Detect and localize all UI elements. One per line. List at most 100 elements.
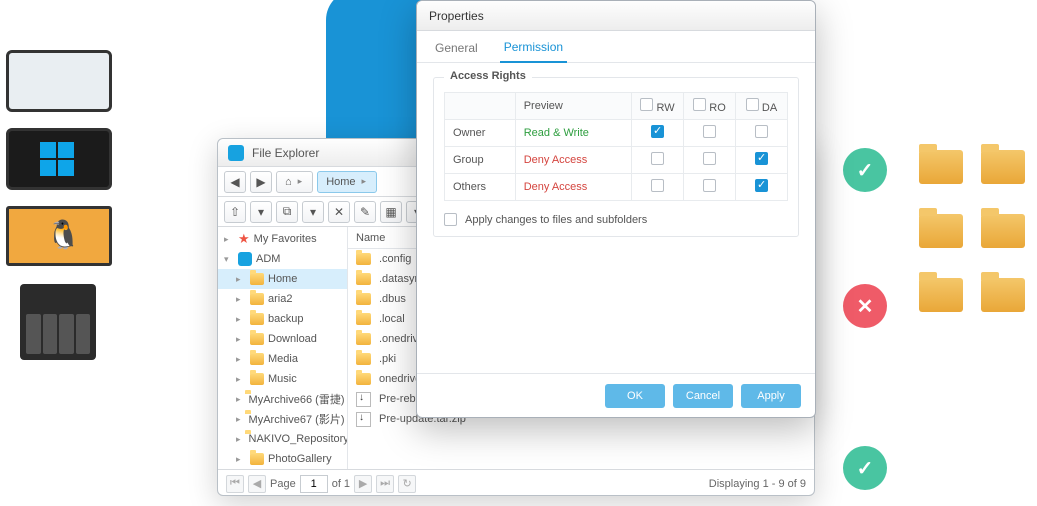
display-count: Displaying 1 - 9 of 9 [709,478,806,490]
header-rw-checkbox[interactable] [640,98,653,111]
tree-item[interactable]: ▸MyArchive66 (雷捷) [218,389,347,409]
col-preview: Preview [515,93,631,120]
fieldset-legend: Access Rights [444,70,532,82]
folder-icon [250,333,264,345]
tree-item[interactable]: ▸NAKIVO_Repository [218,429,347,449]
folder-icon [356,273,371,285]
role-cell: Others [445,174,516,201]
breadcrumb-home[interactable]: Home▸ [317,171,377,193]
nav-back-button[interactable]: ◀ [224,171,246,193]
tree-adm[interactable]: ▾ADM [218,249,347,269]
tree-item[interactable]: ▸Media [218,349,347,369]
tree-item-label: MyArchive67 (影片) [249,411,345,427]
col-da[interactable]: DA [736,93,788,120]
tree-item[interactable]: ▸Music [218,369,347,389]
rw-checkbox[interactable] [651,152,664,165]
view-button[interactable]: ▦ [380,201,402,223]
list-item-label: .config [379,253,411,265]
tab-general[interactable]: General [431,41,482,62]
da-checkbox[interactable] [755,179,768,192]
folder-icon [356,373,371,385]
da-checkbox[interactable] [755,125,768,138]
dialog-footer: OK Cancel Apply [417,373,815,417]
role-cell: Group [445,147,516,174]
page-prev-button[interactable]: ◀ [248,475,266,493]
rights-row: OwnerRead & Write [445,120,788,147]
folder-icon [250,273,264,285]
folder-tree: ▸★My Favorites ▾ADM ▸Home▸aria2▸backup▸D… [218,227,348,469]
page-input[interactable] [300,475,328,493]
dialog-tabs: General Permission [417,31,815,63]
rights-row: OthersDeny Access [445,174,788,201]
folder-icon [356,293,371,305]
delete-button[interactable]: ✕ [328,201,350,223]
col-ro[interactable]: RO [684,93,736,120]
tree-item-label: aria2 [268,293,292,305]
list-item-label: onedrive [379,373,421,385]
tree-item[interactable]: ▸Download [218,329,347,349]
col-rw[interactable]: RW [632,93,684,120]
rw-checkbox[interactable] [651,179,664,192]
adm-icon [238,252,252,266]
folder-icon [356,333,371,345]
tree-item-label: PhotoGallery [268,453,332,465]
tree-item[interactable]: ▸aria2 [218,289,347,309]
tree-favorites[interactable]: ▸★My Favorites [218,229,347,249]
tree-item-label: MyArchive66 (雷捷) [249,391,345,407]
dialog-titlebar[interactable]: Properties [417,1,815,31]
allow-badge-icon: ✓ [843,446,887,490]
window-title: File Explorer [252,146,319,160]
da-checkbox[interactable] [755,152,768,165]
client-devices [6,50,136,360]
tree-item[interactable]: ▸backup [218,309,347,329]
star-icon: ★ [238,231,250,247]
apply-button[interactable]: Apply [741,384,801,408]
tree-item-label: Home [268,273,297,285]
tree-item[interactable]: ▸MyArchive67 (影片) [218,409,347,429]
header-da-checkbox[interactable] [746,98,759,111]
tree-item-label: NAKIVO_Repository [249,433,348,445]
preview-cell: Deny Access [515,174,631,201]
tree-item[interactable]: ▸PhotoGallery [218,449,347,469]
ro-checkbox[interactable] [703,125,716,138]
tree-item-label: Download [268,333,317,345]
header-ro-checkbox[interactable] [693,98,706,111]
cancel-button[interactable]: Cancel [673,384,733,408]
rw-checkbox[interactable] [651,125,664,138]
deny-badge-icon: ✕ [843,284,887,328]
apply-subfolders-label: Apply changes to files and subfolders [465,214,647,226]
folder-icon [250,353,264,365]
properties-dialog: Properties General Permission Access Rig… [416,0,816,418]
paste-button[interactable]: ▾ [302,201,324,223]
allow-badge-icon: ✓ [843,148,887,192]
page-next-button[interactable]: ▶ [354,475,372,493]
new-folder-button[interactable]: ▾ [250,201,272,223]
apply-subfolders-checkbox[interactable] [444,213,457,226]
server-folders [919,150,1025,312]
copy-button[interactable]: ⧉ [276,201,298,223]
upload-button[interactable]: ⇧ [224,201,246,223]
refresh-button[interactable]: ↻ [398,475,416,493]
nav-fwd-button[interactable]: ▶ [250,171,272,193]
ro-checkbox[interactable] [703,152,716,165]
preview-cell: Read & Write [515,120,631,147]
tab-permission[interactable]: Permission [500,40,567,63]
preview-cell: Deny Access [515,147,631,174]
access-rights-fieldset: Access Rights Preview RW RO DA OwnerRead… [433,77,799,237]
rights-table: Preview RW RO DA OwnerRead & WriteGroupD… [444,92,788,201]
page-last-button[interactable]: ⏭ [376,475,394,493]
list-item-label: .local [379,313,405,325]
tree-item-label: Media [268,353,298,365]
page-first-button[interactable]: ⏮ [226,475,244,493]
ok-button[interactable]: OK [605,384,665,408]
breadcrumb-root[interactable]: ⌂▸ [276,171,313,193]
ro-checkbox[interactable] [703,179,716,192]
rights-row: GroupDeny Access [445,147,788,174]
tree-item-label: backup [268,313,303,325]
root-icon: ⌂ [285,176,292,188]
linux-device [6,206,112,266]
archive-icon [356,392,371,407]
rename-button[interactable]: ✎ [354,201,376,223]
tree-item[interactable]: ▸Home [218,269,347,289]
folder-icon [250,453,264,465]
